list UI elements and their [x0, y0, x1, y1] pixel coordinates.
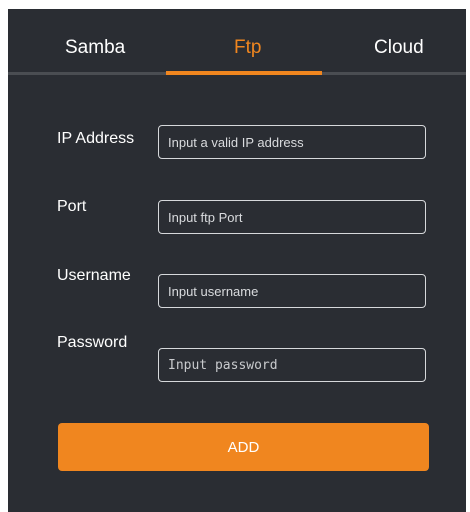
- port-input[interactable]: [158, 200, 426, 234]
- username-input[interactable]: [158, 274, 426, 308]
- port-label: Port: [57, 198, 87, 215]
- password-input[interactable]: [158, 348, 426, 382]
- ftp-settings-panel: Samba Ftp Cloud IP Address Port Username…: [8, 9, 466, 512]
- tab-samba[interactable]: Samba: [65, 36, 125, 60]
- tab-ftp[interactable]: Ftp: [234, 36, 261, 60]
- add-button[interactable]: ADD: [58, 423, 429, 471]
- tab-cloud[interactable]: Cloud: [374, 36, 424, 60]
- active-tab-indicator: [166, 71, 322, 75]
- username-label: Username: [57, 267, 131, 284]
- tab-bar: Samba Ftp Cloud: [8, 9, 466, 75]
- ip-address-label: IP Address: [57, 130, 135, 147]
- password-label: Password: [57, 334, 128, 351]
- ip-address-input[interactable]: [158, 125, 426, 159]
